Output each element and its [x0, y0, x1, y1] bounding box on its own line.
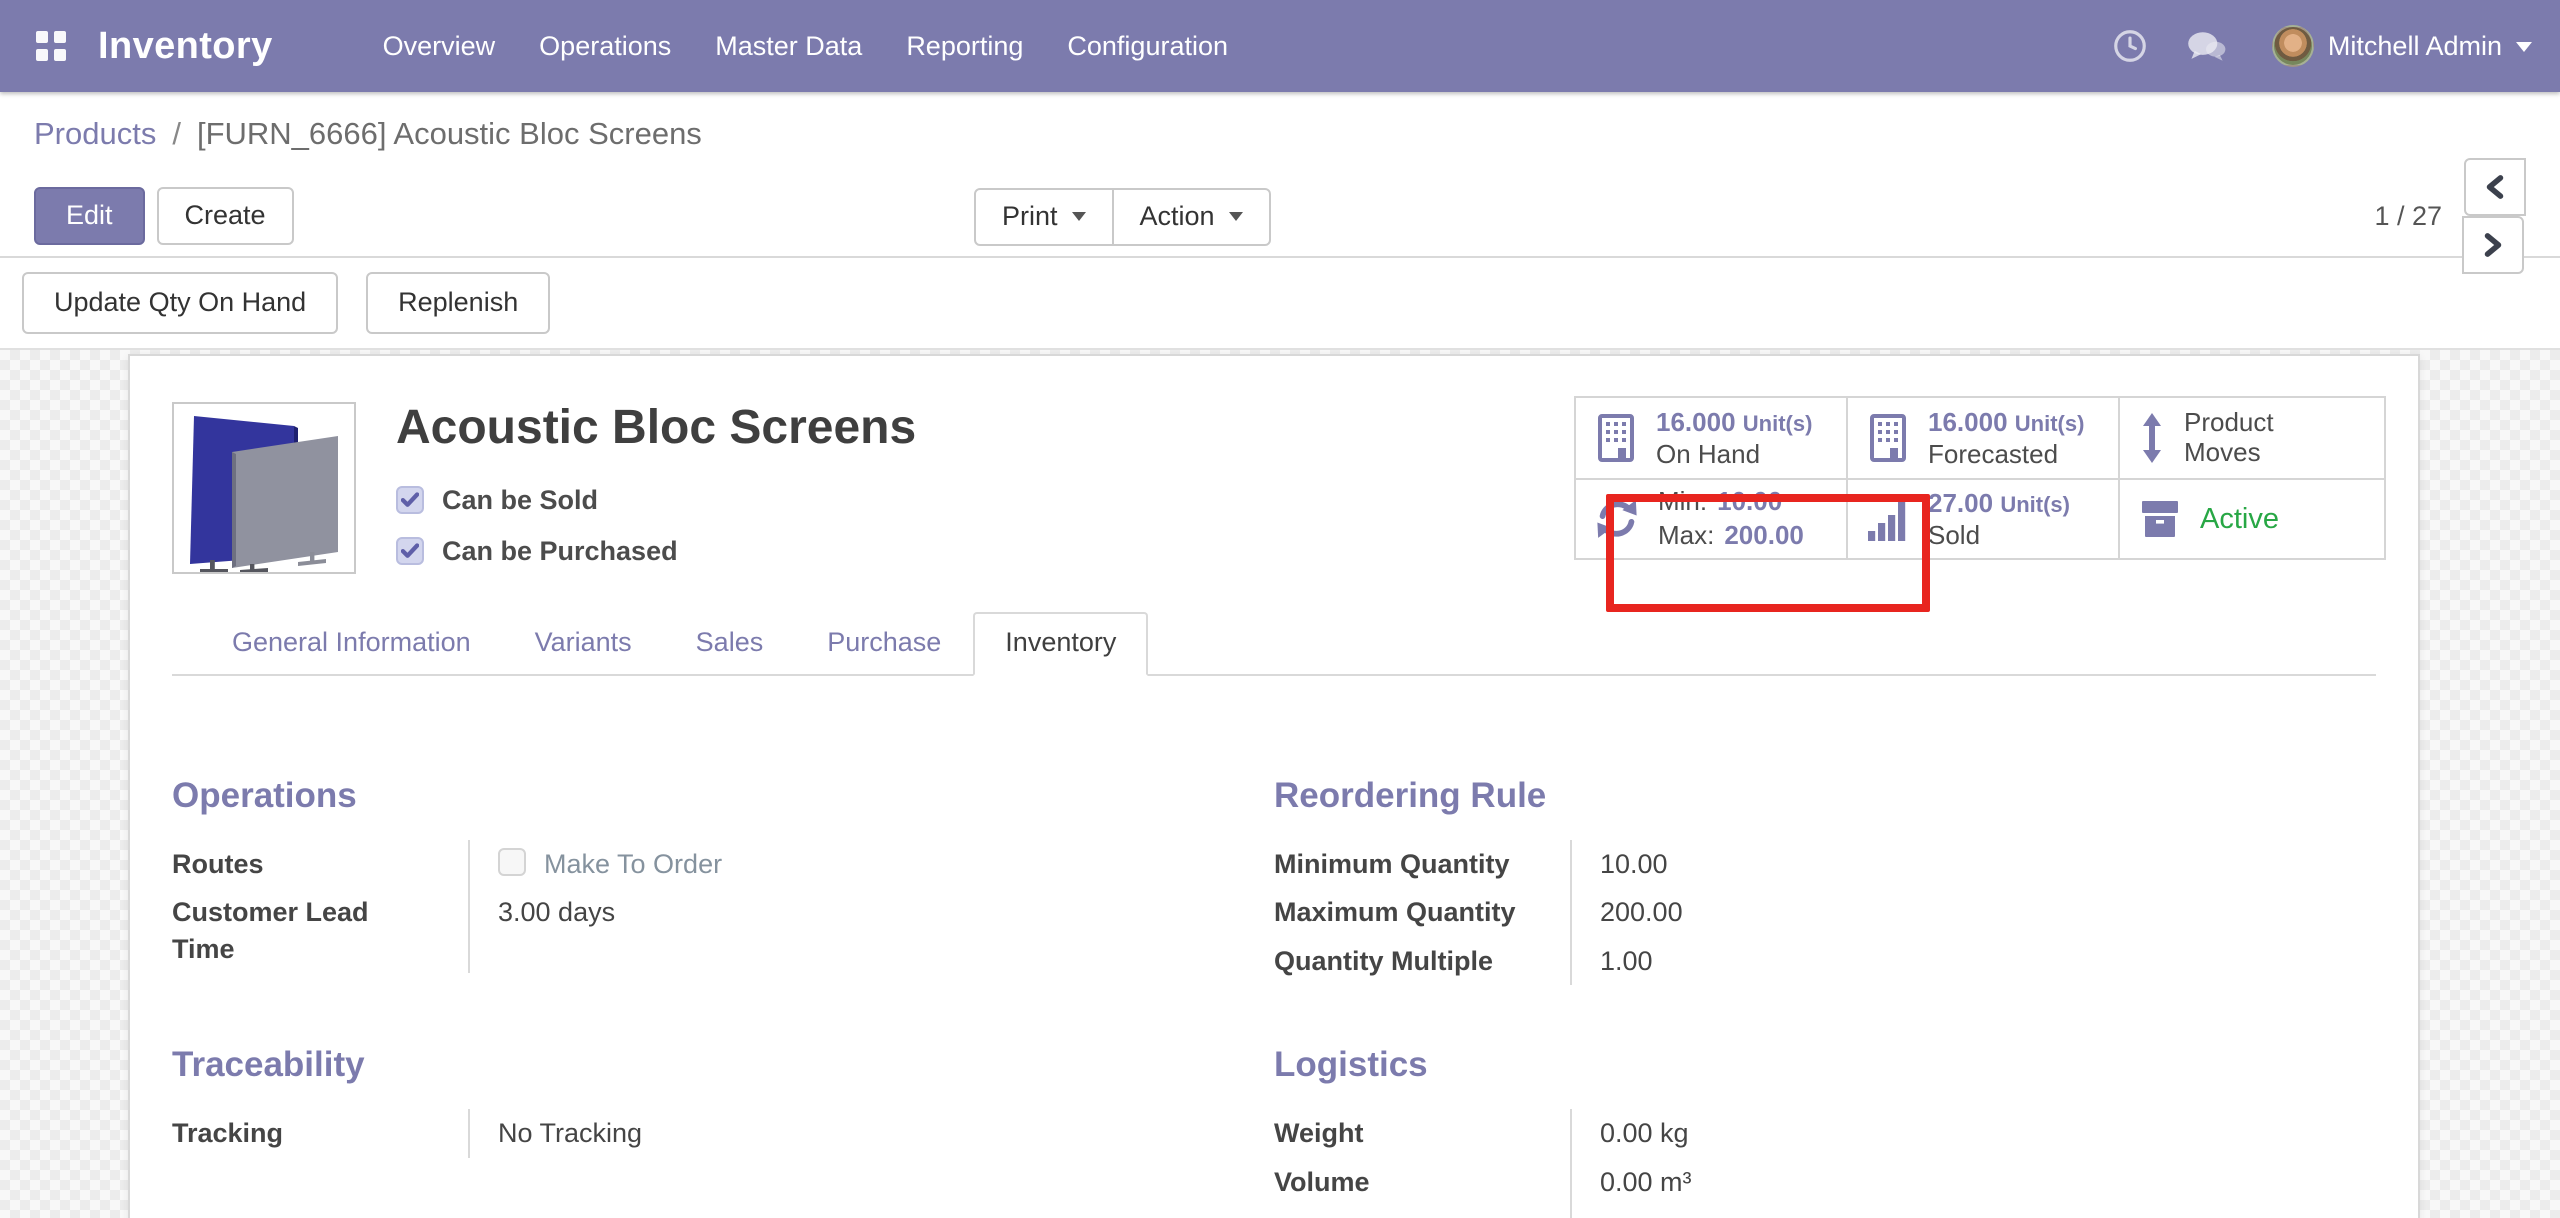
minimum-quantity-value: 10.00: [1570, 840, 2296, 888]
traceability-heading: Traceability: [172, 1045, 1194, 1085]
customer-lead-time-value: 3.00 days: [468, 888, 1194, 973]
responsible-user-link[interactable]: OdooBot: [1600, 1212, 1707, 1218]
menu-operations[interactable]: Operations: [517, 0, 693, 92]
weight-label: Weight: [1274, 1109, 1570, 1157]
reordering-rule-heading: Reordering Rule: [1274, 776, 2296, 816]
breadcrumb-separator: /: [172, 116, 181, 152]
user-menu-caret-icon: [2516, 42, 2532, 52]
routes-label: Routes: [172, 840, 468, 888]
breadcrumb-products-link[interactable]: Products: [34, 116, 156, 152]
print-dropdown[interactable]: Print: [974, 188, 1114, 246]
product-header: Acoustic Bloc Screens Can be Sold Can be…: [172, 402, 2376, 612]
section-row-1: Operations Routes Make To Order Customer…: [172, 776, 2376, 985]
operations-section: Operations Routes Make To Order Customer…: [172, 776, 1274, 985]
action-caret-icon: [1229, 212, 1243, 221]
activities-clock-icon[interactable]: [2092, 27, 2168, 65]
quantity-multiple-value: 1.00: [1570, 937, 2296, 985]
pager-next-button[interactable]: [2462, 216, 2524, 274]
traceability-section: Traceability Tracking No Tracking: [172, 1045, 1274, 1218]
archive-box-icon: [2136, 495, 2184, 543]
top-navbar: Inventory Overview Operations Master Dat…: [0, 0, 2560, 92]
product-image[interactable]: [172, 402, 356, 574]
breadcrumb: Products / [FURN_6666] Acoustic Bloc Scr…: [0, 92, 2560, 176]
tab-general-information[interactable]: General Information: [200, 612, 503, 676]
can-be-purchased-checkbox[interactable]: [396, 537, 424, 565]
make-to-order-label: Make To Order: [544, 846, 722, 882]
stat-forecasted-button[interactable]: 16.000 Unit(s) Forecasted: [1846, 398, 2118, 478]
can-be-purchased-label: Can be Purchased: [442, 536, 678, 567]
main-menu: Overview Operations Master Data Reportin…: [361, 0, 1250, 92]
quantity-multiple-label: Quantity Multiple: [1274, 937, 1570, 985]
stat-on-hand-button[interactable]: 16.000 Unit(s) On Hand: [1576, 398, 1846, 478]
logistics-section: Logistics Weight 0.00 kg Volume 0.00 m³ …: [1274, 1045, 2376, 1218]
operations-heading: Operations: [172, 776, 1194, 816]
menu-reporting[interactable]: Reporting: [884, 0, 1045, 92]
pager-previous-button[interactable]: [2464, 158, 2526, 216]
apps-menu-icon[interactable]: [36, 31, 66, 61]
tracking-label: Tracking: [172, 1109, 468, 1157]
notebook-tabs: General Information Variants Sales Purch…: [172, 612, 2376, 676]
stat-reordering-min-max-button[interactable]: Min:10.00 Max:200.00: [1576, 478, 1846, 558]
volume-label: Volume: [1274, 1158, 1570, 1206]
stat-sold-button[interactable]: 27.00 Unit(s) Sold: [1846, 478, 2118, 558]
pager-counter: 1 / 27: [2374, 201, 2442, 232]
update-qty-on-hand-button[interactable]: Update Qty On Hand: [22, 272, 338, 334]
tab-purchase[interactable]: Purchase: [795, 612, 973, 676]
product-form-sheet: Acoustic Bloc Screens Can be Sold Can be…: [128, 354, 2420, 1218]
pager: 1 / 27: [2374, 158, 2526, 274]
control-panel: Edit Create Print Action 1 / 27: [0, 176, 2560, 258]
active-status-label: Active: [2200, 503, 2279, 536]
can-be-sold-label: Can be Sold: [442, 485, 598, 516]
refresh-icon: [1592, 495, 1642, 543]
arrows-up-down-icon: [2136, 412, 2168, 464]
maximum-quantity-label: Maximum Quantity: [1274, 888, 1570, 936]
maximum-quantity-value: 200.00: [1570, 888, 2296, 936]
responsible-label: Responsible: [1274, 1206, 1570, 1218]
stat-active-toggle[interactable]: Active: [2118, 478, 2384, 558]
form-statusbar: Update Qty On Hand Replenish: [0, 258, 2560, 350]
app-title[interactable]: Inventory: [98, 25, 273, 68]
print-caret-icon: [1072, 212, 1086, 221]
form-background: Acoustic Bloc Screens Can be Sold Can be…: [0, 350, 2560, 1218]
weight-value: 0.00 kg: [1570, 1109, 2296, 1157]
tracking-value: No Tracking: [468, 1109, 1194, 1157]
menu-master-data[interactable]: Master Data: [693, 0, 884, 92]
tab-variants[interactable]: Variants: [503, 612, 664, 676]
stat-buttons: 16.000 Unit(s) On Hand: [1574, 396, 2386, 560]
make-to-order-checkbox[interactable]: [498, 848, 526, 876]
replenish-button[interactable]: Replenish: [366, 272, 550, 334]
user-avatar[interactable]: [2272, 25, 2314, 67]
bar-chart-icon: [1864, 493, 1912, 545]
create-button[interactable]: Create: [157, 187, 294, 245]
tab-inventory[interactable]: Inventory: [973, 612, 1148, 676]
minimum-quantity-label: Minimum Quantity: [1274, 840, 1570, 888]
menu-overview[interactable]: Overview: [361, 0, 518, 92]
customer-lead-time-label: Customer Lead Time: [172, 888, 468, 973]
building-icon: [1864, 412, 1912, 464]
edit-button[interactable]: Edit: [34, 187, 145, 245]
print-action-group: Print Action: [974, 188, 1271, 246]
responsible-value: OdooBot: [1570, 1206, 2296, 1218]
routes-value: Make To Order: [468, 840, 1194, 888]
navbar-systray: Mitchell Admin: [2092, 25, 2532, 67]
section-row-2: Traceability Tracking No Tracking Logist…: [172, 1045, 2376, 1218]
user-menu[interactable]: Mitchell Admin: [2328, 31, 2502, 62]
stat-product-moves-button[interactable]: Product Moves: [2118, 398, 2384, 478]
odoo-app-window: Inventory Overview Operations Master Dat…: [0, 0, 2560, 1218]
pager-buttons: [2464, 158, 2526, 274]
menu-configuration[interactable]: Configuration: [1045, 0, 1250, 92]
reordering-rule-section: Reordering Rule Minimum Quantity 10.00 M…: [1274, 776, 2376, 985]
volume-value: 0.00 m³: [1570, 1158, 2296, 1206]
messages-chat-icon[interactable]: [2168, 27, 2244, 65]
action-dropdown[interactable]: Action: [1112, 188, 1271, 246]
tab-sales[interactable]: Sales: [664, 612, 796, 676]
logistics-heading: Logistics: [1274, 1045, 2296, 1085]
building-icon: [1592, 412, 1640, 464]
can-be-sold-checkbox[interactable]: [396, 486, 424, 514]
breadcrumb-current: [FURN_6666] Acoustic Bloc Screens: [197, 116, 702, 152]
